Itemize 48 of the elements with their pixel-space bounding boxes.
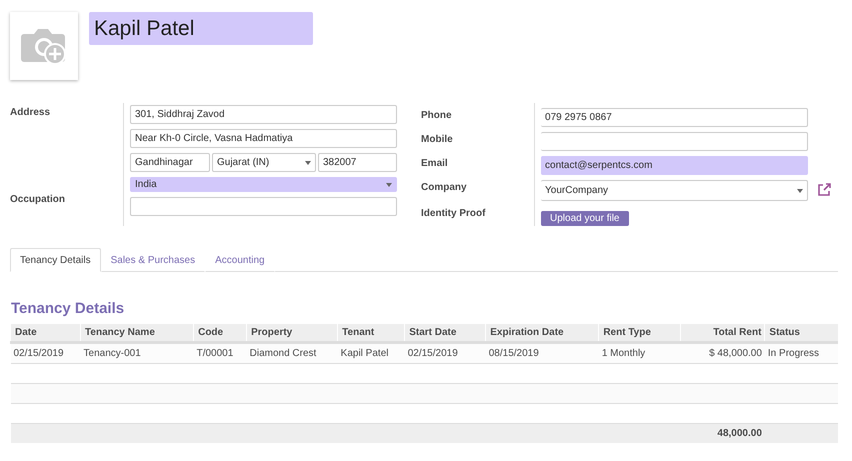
upload-button[interactable]: Upload your file	[541, 211, 628, 226]
input-field[interactable]: contact@serpentcs.com	[541, 156, 808, 175]
field-label: Address	[10, 107, 52, 118]
field-label: Phone	[421, 109, 453, 121]
table-cell: Diamond Crest	[246, 342, 338, 364]
table-cell: 02/15/2019	[10, 342, 81, 364]
table-cell: 02/15/2019	[404, 342, 486, 364]
column-header[interactable]: Tenancy Name	[80, 324, 194, 342]
tab[interactable]: Tenancy Details	[10, 248, 101, 272]
field-label: Identity Proof	[421, 207, 486, 219]
zip-field[interactable]: 382007	[318, 153, 397, 172]
tab[interactable]: Sales & Purchases	[100, 248, 206, 272]
occupation-field[interactable]	[130, 197, 397, 216]
table-cell: 08/15/2019	[486, 342, 599, 364]
state-select[interactable]: Gujarat (IN)	[212, 153, 316, 172]
field-label: Mobile	[421, 133, 454, 145]
field-label: Occupation	[10, 194, 66, 205]
column-header[interactable]: Start Date	[404, 324, 486, 342]
column-header[interactable]: Tenant	[338, 324, 405, 342]
table-cell: In Progress	[764, 342, 838, 364]
name-field[interactable]: Kapil Patel	[89, 12, 313, 45]
country-select[interactable]: India	[130, 177, 397, 192]
table-cell: Kapil Patel	[338, 342, 405, 364]
field-label: Company	[421, 181, 468, 193]
total-value: 48,000.00	[717, 428, 762, 439]
street2-field[interactable]: Near Kh-0 Circle, Vasna Hadmatiya	[130, 129, 397, 148]
column-header[interactable]: Property	[246, 324, 338, 342]
tab[interactable]: Accounting	[205, 248, 275, 272]
section-title: Tenancy Details	[11, 300, 126, 317]
column-header[interactable]: Code	[194, 324, 247, 342]
table-cell: $ 48,000.00	[680, 342, 765, 364]
column-header[interactable]: Total Rent	[680, 324, 765, 342]
input-field[interactable]: 079 2975 0867	[541, 108, 808, 127]
external-link-icon[interactable]	[817, 183, 832, 197]
company-select[interactable]: YourCompany	[541, 180, 808, 201]
column-header[interactable]: Rent Type	[598, 324, 681, 342]
column-header[interactable]: Status	[764, 324, 838, 342]
camera-add-icon	[20, 26, 68, 66]
city-field[interactable]: Gandhinagar	[130, 153, 210, 172]
table-cell: T/00001	[194, 342, 247, 364]
table-cell: Tenancy-001	[80, 342, 194, 364]
field-label: Email	[421, 157, 449, 169]
table-cell: 1 Monthly	[598, 342, 681, 364]
input-field[interactable]	[541, 132, 808, 151]
column-header[interactable]: Date	[10, 324, 81, 342]
street-field[interactable]: 301, Siddhraj Zavod	[130, 105, 397, 124]
photo-placeholder[interactable]	[10, 12, 78, 80]
column-header[interactable]: Expiration Date	[486, 324, 599, 342]
